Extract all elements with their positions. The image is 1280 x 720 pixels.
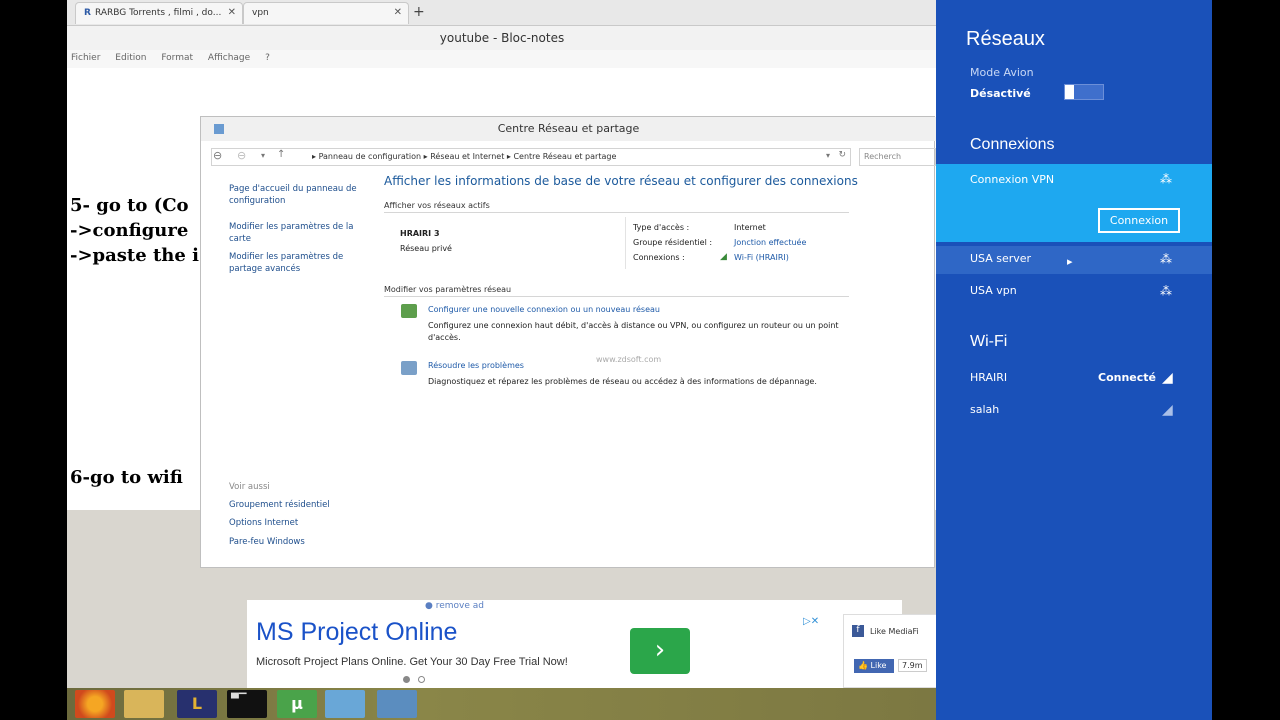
notepad-line[interactable]: 6-go to wifi — [70, 467, 183, 488]
menu-edition[interactable]: Edition — [115, 53, 146, 63]
connections-label: Connexions : — [633, 253, 685, 262]
menu-fichier[interactable]: Fichier — [71, 53, 100, 63]
close-icon[interactable]: ✕ — [228, 7, 236, 18]
window-title: Centre Réseau et partage — [201, 117, 936, 141]
network-center-taskbar-icon[interactable] — [377, 690, 417, 718]
airplane-mode-label: Mode Avion — [970, 66, 1034, 79]
notepad-line[interactable]: ->paste the i — [70, 245, 199, 266]
tab-rarbg[interactable]: R RARBG Torrents , filmi , do... ✕ — [75, 2, 243, 24]
airplane-mode-toggle[interactable] — [1064, 84, 1104, 100]
refresh-icon[interactable]: ↻ — [838, 150, 846, 160]
access-type-label: Type d'accès : — [633, 223, 690, 232]
ad-banner: ● remove ad ▷✕ MS Project Online Microso… — [247, 600, 902, 688]
command-prompt-icon[interactable]: ▀▔ — [227, 690, 267, 718]
task-new-connection[interactable]: Configurer une nouvelle connexion ou un … — [428, 305, 660, 314]
network-name: HRAIRI 3 — [400, 229, 440, 238]
close-icon[interactable]: ✕ — [394, 7, 402, 18]
notepad-menu: Fichier Edition Format Affichage ? — [67, 50, 937, 68]
connection-link[interactable]: Wi-Fi (HRAIRI) — [734, 253, 789, 262]
network-app-icon — [214, 124, 224, 134]
menu-help[interactable]: ? — [265, 53, 270, 63]
facebook-widget: f Like MediaFi 👍 Like 7.9m — [843, 614, 937, 688]
vpn-network-icon: ⁂ — [1160, 252, 1172, 266]
facebook-icon: f — [852, 625, 864, 637]
new-tab-button[interactable]: + — [413, 4, 425, 20]
vpn-network-icon: ⁂ — [1160, 172, 1172, 186]
section-modify-settings: Modifier vos paramètres réseau — [384, 285, 512, 294]
menu-format[interactable]: Format — [161, 53, 193, 63]
wifi-signal-icon: ◢ — [1162, 370, 1173, 386]
task-new-connection-desc: Configurez une connexion haut débit, d'a… — [428, 321, 839, 342]
address-dropdown-icon[interactable]: ▾ — [826, 151, 830, 160]
vpn-name[interactable]: USA server — [970, 252, 1031, 265]
notepad-taskbar-icon[interactable] — [325, 690, 365, 718]
taskbar: L ▀▔ µ — [67, 688, 937, 720]
access-type-value: Internet — [734, 223, 766, 232]
tab-vpn[interactable]: vpn ✕ — [243, 2, 409, 24]
link-internet-options[interactable]: Options Internet — [229, 517, 359, 529]
menu-affichage[interactable]: Affichage — [208, 53, 250, 63]
section-active-networks: Afficher vos réseaux actifs — [384, 201, 490, 210]
troubleshoot-icon — [401, 361, 417, 375]
watermark: www.zdsoft.com — [596, 355, 662, 364]
wifi-signal-icon: ◢ — [720, 252, 727, 262]
connections-heading: Connexions — [970, 136, 1055, 153]
notepad-line[interactable]: 5- go to (Co — [70, 195, 189, 216]
network-type: Réseau privé — [400, 244, 452, 253]
sidebar-item-adapter[interactable]: Modifier les paramètres de la carte — [229, 221, 359, 245]
league-icon[interactable]: L — [177, 690, 217, 718]
wifi-network-name[interactable]: salah — [970, 403, 999, 416]
carousel-dot[interactable] — [403, 676, 410, 683]
carousel-dot[interactable] — [418, 676, 425, 683]
networks-panel: Réseaux Mode Avion Désactivé Connexions … — [936, 0, 1212, 720]
homegroup-link[interactable]: Jonction effectuée — [734, 238, 806, 247]
facebook-like-button[interactable]: 👍 Like — [854, 659, 894, 673]
ad-title[interactable]: MS Project Online — [256, 618, 457, 647]
page-title: Afficher les informations de base de vot… — [384, 174, 858, 188]
airplane-mode-state: Désactivé — [970, 87, 1031, 100]
wifi-signal-icon: ◢ — [1162, 402, 1173, 418]
link-homegroup[interactable]: Groupement résidentiel — [229, 499, 359, 511]
browser-tab-strip: R RARBG Torrents , filmi , do... ✕ vpn ✕ … — [67, 0, 937, 26]
divider — [384, 212, 849, 213]
panel-title: Réseaux — [966, 28, 1045, 50]
sidebar-item-home[interactable]: Page d'accueil du panneau de configurati… — [229, 183, 359, 207]
toggle-knob — [1065, 85, 1074, 99]
facebook-like-count: 7.9m — [898, 659, 927, 672]
sidebar-item-sharing[interactable]: Modifier les paramètres de partage avanc… — [229, 251, 359, 275]
file-explorer-icon[interactable] — [124, 690, 164, 718]
ad-go-button[interactable]: › — [630, 628, 690, 674]
divider — [384, 296, 849, 297]
remove-ad-link[interactable]: ● remove ad — [425, 601, 484, 611]
adchoices-icon[interactable]: ▷✕ — [803, 616, 819, 627]
ad-description: Microsoft Project Plans Online. Get Your… — [256, 656, 568, 668]
mouse-cursor-icon: ▸ — [1067, 255, 1073, 268]
homegroup-label: Groupe résidentiel : — [633, 238, 713, 247]
facebook-title: Like MediaFi — [870, 627, 919, 636]
utorrent-icon[interactable]: µ — [277, 690, 317, 718]
firefox-icon[interactable] — [75, 690, 115, 718]
notepad-title: youtube - Bloc-notes — [67, 26, 937, 50]
wifi-heading: Wi-Fi — [970, 333, 1008, 350]
notepad-line[interactable]: ->configure — [70, 220, 188, 241]
new-connection-icon — [401, 304, 417, 318]
network-sharing-center-window: Centre Réseau et partage ⊖ ⊖ ▾ ↑ ▸ Panne… — [200, 116, 936, 568]
connect-button[interactable]: Connexion — [1098, 208, 1180, 233]
address-bar[interactable]: ▸ Panneau de configuration ▸ Réseau et I… — [211, 148, 851, 166]
wifi-status: Connecté — [1098, 371, 1156, 384]
task-troubleshoot[interactable]: Résoudre les problèmes — [428, 361, 524, 370]
task-troubleshoot-desc: Diagnostiquez et réparez les problèmes d… — [428, 377, 817, 386]
breadcrumb: ▸ Panneau de configuration ▸ Réseau et I… — [312, 152, 617, 161]
wifi-network-name[interactable]: HRAIRI — [970, 371, 1007, 384]
vpn-name[interactable]: Connexion VPN — [970, 173, 1054, 186]
link-firewall[interactable]: Pare-feu Windows — [229, 536, 359, 548]
screen: R RARBG Torrents , filmi , do... ✕ vpn ✕ … — [67, 0, 1212, 720]
vpn-network-icon: ⁂ — [1160, 284, 1172, 298]
divider — [625, 217, 626, 269]
rarbg-favicon-icon: R — [84, 8, 91, 18]
see-also-label: Voir aussi — [229, 482, 270, 492]
vpn-name[interactable]: USA vpn — [970, 284, 1017, 297]
search-input[interactable]: Recherch — [859, 148, 936, 166]
